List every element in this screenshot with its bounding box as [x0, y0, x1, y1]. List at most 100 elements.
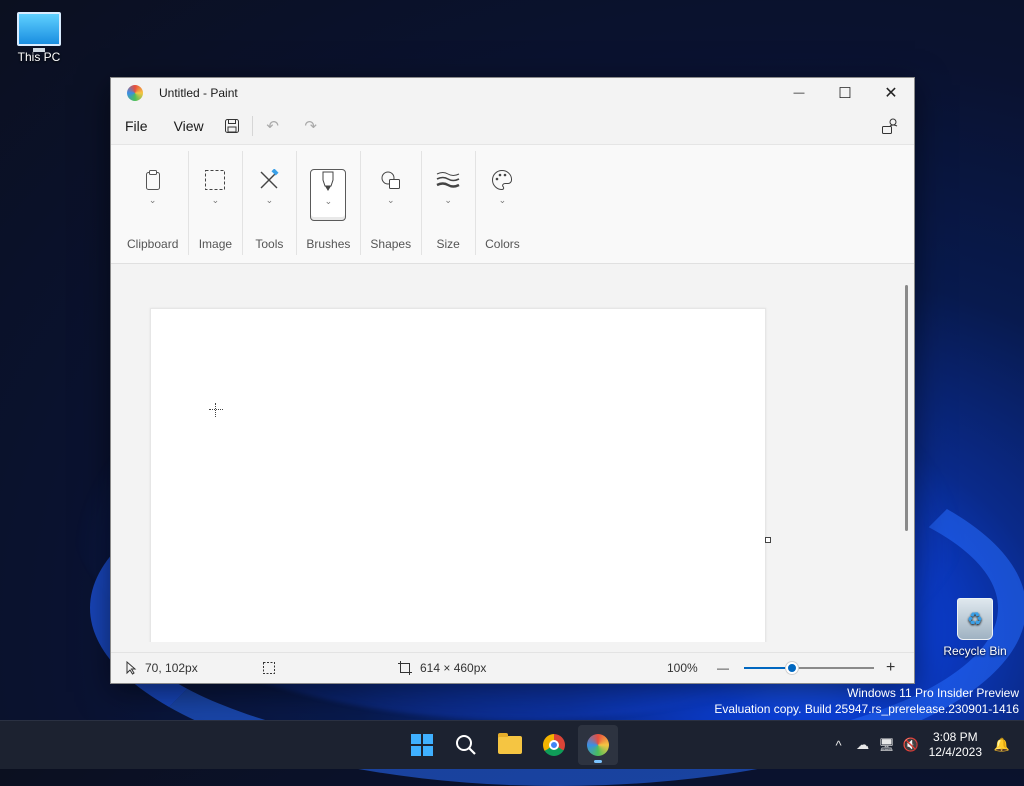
ribbon-group-label: Tools: [255, 237, 284, 251]
ribbon-group-label: Colors: [485, 237, 520, 251]
computer-icon: [17, 12, 61, 52]
colors-button[interactable]: ⌄: [485, 169, 519, 219]
paint-icon: [587, 734, 609, 756]
minimize-button[interactable]: —: [776, 78, 822, 108]
ribbon-group-label: Brushes: [306, 237, 351, 251]
toolbar-divider: [251, 116, 253, 136]
close-button[interactable]: ✕: [868, 78, 914, 108]
zoom-out-button[interactable]: —: [717, 661, 729, 675]
ribbon-group-label: Shapes: [370, 237, 412, 251]
status-bar: 70, 102px 614 × 460px 100% — +: [111, 652, 914, 683]
cursor-position-readout: 70, 102px: [125, 661, 198, 675]
onedrive-offline-icon[interactable]: ☁: [851, 737, 875, 753]
menu-file[interactable]: File: [111, 118, 162, 134]
taskbar: ^ ☁ 🖥 🔇 3:08 PM 12/4/2023 🔔: [0, 720, 1024, 769]
zoom-slider-fill: [744, 667, 793, 669]
system-tray: ^ ☁ 🖥 🔇 3:08 PM 12/4/2023 🔔: [827, 721, 1024, 769]
brush-icon: [319, 170, 337, 194]
canvas-size-icon: [398, 661, 412, 675]
shapes-button[interactable]: ⌄: [374, 169, 408, 219]
file-explorer-icon: [498, 733, 522, 754]
canvas-size-readout: 614 × 460px: [398, 661, 486, 675]
drawing-canvas[interactable]: [150, 308, 766, 642]
pointer-icon: [126, 661, 137, 675]
clock-time: 3:08 PM: [932, 730, 978, 744]
zoom-in-button[interactable]: +: [886, 659, 895, 677]
taskbar-apps: [402, 721, 618, 769]
tools-icon: [258, 168, 280, 193]
chevron-down-icon: ⌄: [386, 195, 395, 205]
notification-bell-icon[interactable]: 🔔: [990, 737, 1014, 753]
selection-size-readout: [262, 661, 276, 675]
canvas-size-text: 614 × 460px: [420, 661, 487, 675]
desktop-icon-recycle-bin[interactable]: ♻ Recycle Bin: [940, 598, 1010, 658]
brushes-button[interactable]: ⌄: [310, 169, 347, 221]
ribbon-group-size: ⌄ Size: [421, 145, 475, 263]
watermark-line-2: Evaluation copy. Build 25947.rs_prerelea…: [714, 702, 1019, 716]
redo-icon[interactable]: ↷: [297, 112, 325, 140]
start-button[interactable]: [402, 725, 442, 765]
zoom-slider[interactable]: [744, 662, 874, 674]
chevron-down-icon: ⌄: [324, 196, 333, 206]
canvas-resize-handle[interactable]: [765, 537, 771, 543]
paint-app-icon: [127, 85, 143, 101]
ribbon-group-image: ⌄ Image: [188, 145, 242, 263]
desktop-icon-label: Recycle Bin: [943, 644, 1007, 658]
save-icon[interactable]: [218, 112, 246, 140]
ribbon-group-label: Clipboard: [127, 237, 179, 251]
desktop-icon-label: This PC: [17, 50, 61, 64]
account-icon[interactable]: [876, 112, 904, 140]
ribbon-group-colors: ⌄ Colors: [475, 145, 530, 263]
chevron-down-icon: ⌄: [148, 195, 157, 205]
chrome-button[interactable]: [534, 725, 574, 765]
recycle-bin-icon: ♻: [957, 598, 993, 640]
palette-icon: [491, 169, 513, 193]
cursor-position-text: 70, 102px: [145, 661, 198, 675]
file-explorer-button[interactable]: [490, 725, 530, 765]
chevron-down-icon: ⌄: [444, 195, 452, 205]
tray-overflow-chevron-icon[interactable]: ^: [827, 738, 851, 753]
vertical-scrollbar[interactable]: [905, 285, 908, 531]
menu-view[interactable]: View: [162, 118, 218, 134]
maximize-button[interactable]: ☐: [822, 78, 868, 108]
network-icon[interactable]: 🖥: [875, 737, 899, 753]
size-button[interactable]: ⌄: [431, 169, 465, 219]
ribbon: ⌄ Clipboard ⌄ Image ⌄ Tools ⌄ Brushes ⌄ …: [111, 144, 914, 264]
image-select-button[interactable]: ⌄: [198, 169, 232, 219]
clipboard-button[interactable]: ⌄: [136, 169, 170, 219]
clock-date: 12/4/2023: [928, 745, 982, 759]
undo-icon[interactable]: ↶: [259, 112, 287, 140]
zoom-slider-thumb[interactable]: [786, 662, 799, 674]
shapes-icon: [380, 169, 402, 193]
chrome-icon: [543, 734, 565, 756]
evaluation-watermark: Windows 11 Pro Insider Preview Evaluatio…: [714, 685, 1019, 717]
ribbon-group-brushes: ⌄ Brushes: [296, 145, 360, 263]
clock[interactable]: 3:08 PM 12/4/2023: [929, 730, 982, 760]
selection-icon: [204, 169, 226, 193]
chevron-down-icon: ⌄: [211, 195, 220, 205]
paint-window: Untitled - Paint — ☐ ✕ File View ↶ ↷ ⌄ C…: [110, 77, 915, 684]
title-bar[interactable]: Untitled - Paint — ☐ ✕: [111, 78, 914, 108]
paint-taskbar-button[interactable]: [578, 725, 618, 765]
chevron-down-icon: ⌄: [498, 195, 507, 205]
canvas-workspace[interactable]: [111, 269, 914, 642]
window-title: Untitled - Paint: [159, 86, 238, 100]
menu-bar: File View ↶ ↷: [111, 108, 914, 144]
tools-button[interactable]: ⌄: [252, 168, 286, 219]
search-icon: [456, 735, 476, 755]
start-icon: [411, 734, 433, 756]
ribbon-group-label: Size: [436, 237, 460, 251]
crosshair-cursor-icon: [209, 403, 223, 417]
selection-icon: [263, 662, 275, 674]
ribbon-group-label: Image: [198, 237, 233, 251]
search-button[interactable]: [446, 725, 486, 765]
volume-muted-icon[interactable]: 🔇: [899, 737, 923, 753]
clipboard-icon: [143, 169, 163, 193]
watermark-line-1: Windows 11 Pro Insider Preview: [847, 686, 1019, 700]
ribbon-group-shapes: ⌄ Shapes: [360, 145, 421, 263]
zoom-percent[interactable]: 100%: [667, 661, 698, 675]
desktop-icon-this-pc[interactable]: This PC: [4, 12, 74, 64]
chevron-down-icon: ⌄: [265, 195, 274, 205]
ribbon-group-clipboard: ⌄ Clipboard: [117, 145, 188, 263]
ribbon-group-tools: ⌄ Tools: [242, 145, 296, 263]
